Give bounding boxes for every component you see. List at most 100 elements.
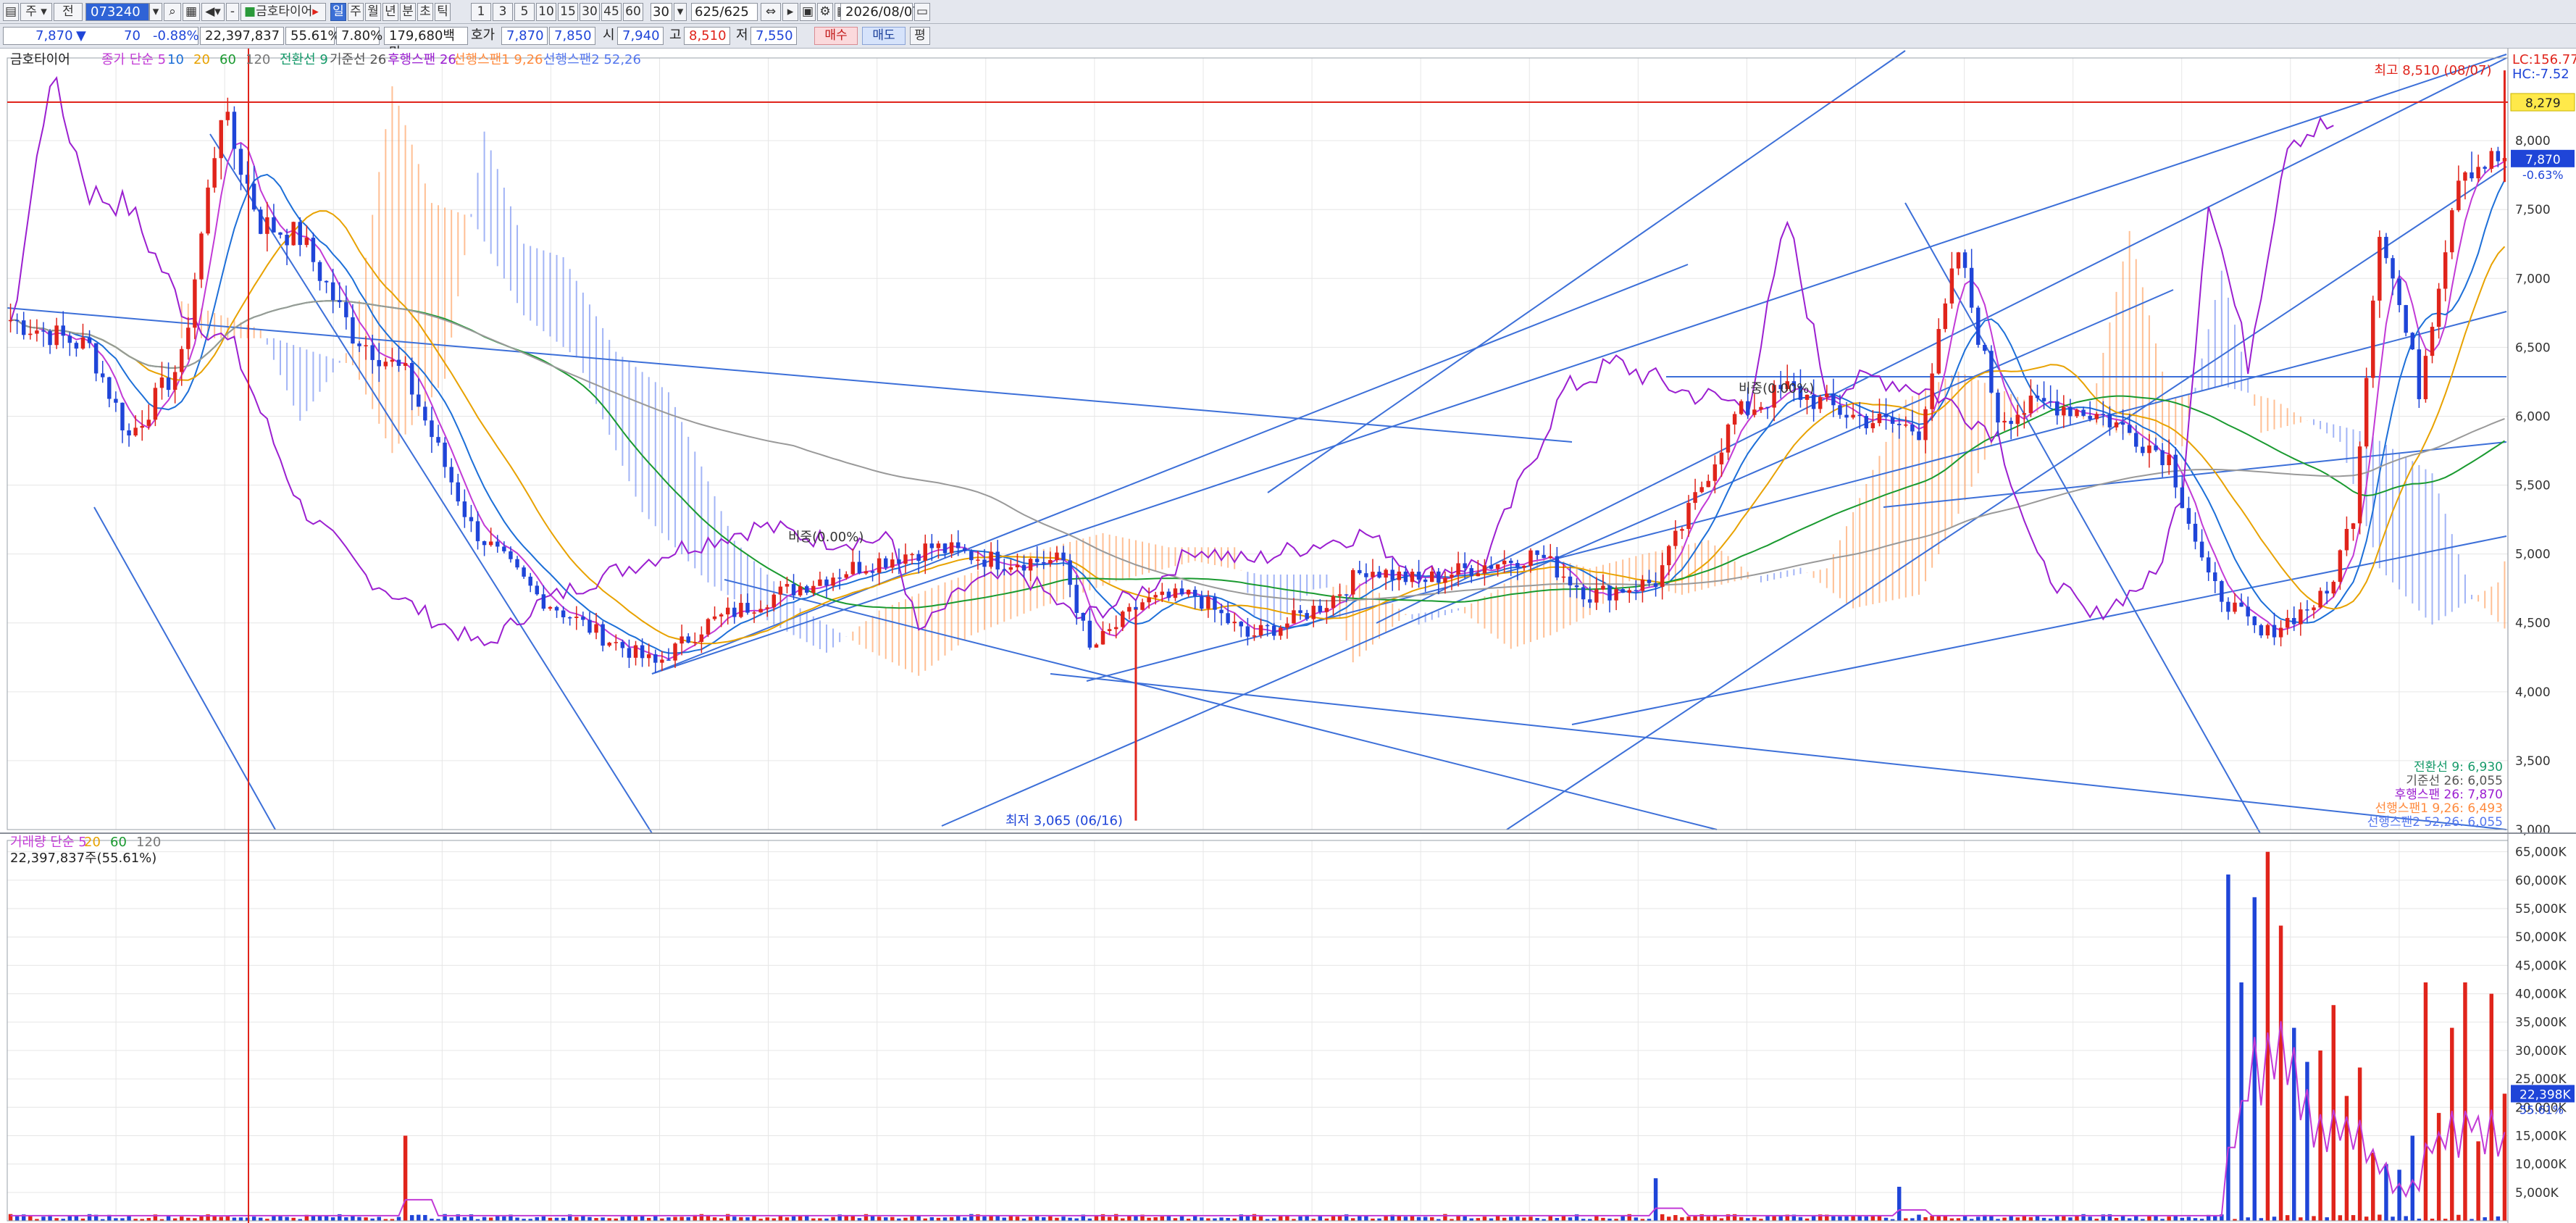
quote-box: 7,870 ▼ 70 -0.88%	[3, 27, 199, 45]
candle-body	[594, 624, 598, 633]
volume-bar	[2312, 1216, 2316, 1221]
interval-button-60[interactable]: 60	[623, 3, 643, 21]
tab-period-6[interactable]: 틱	[435, 3, 451, 21]
volume-bar	[2114, 1218, 2119, 1221]
stock-name-box[interactable]: ■금호타이어▸	[241, 3, 326, 21]
candle-body	[265, 217, 269, 234]
open: 7,940	[617, 27, 664, 45]
volume-bar	[2397, 1169, 2401, 1221]
period-select[interactable]: 주 ▾	[20, 3, 52, 21]
code-input[interactable]: 073240	[85, 3, 149, 21]
interval-button-3[interactable]: 3	[493, 3, 513, 21]
interval-button-15[interactable]: 15	[558, 3, 578, 21]
candle-body	[1555, 556, 1560, 578]
candle-body	[462, 501, 467, 517]
tab-period-3[interactable]: 년	[382, 3, 398, 21]
volume-bar	[607, 1218, 611, 1221]
interval-button-1[interactable]: 1	[471, 3, 491, 21]
stock-chart[interactable]: 8,000 7,500 7,000 6,500 6,000 5,500 5,000 4,500…	[0, 49, 2576, 1223]
interval-dropdown-icon[interactable]: ▾	[674, 3, 687, 21]
count-field[interactable]: 625/625	[691, 3, 758, 21]
candle-body	[528, 576, 532, 586]
volume-bar	[1778, 1216, 1783, 1221]
candle-body	[172, 372, 177, 391]
candle-body	[14, 320, 20, 322]
sell-button[interactable]: 매도	[862, 27, 906, 45]
candle-body	[2423, 356, 2428, 399]
candle-body	[1673, 530, 1678, 546]
hoga-label: 호가	[471, 28, 495, 43]
chart-type-icon[interactable]: ▦	[183, 3, 200, 21]
candle-body	[989, 551, 993, 567]
minus-icon[interactable]: -	[226, 3, 239, 21]
candle-body	[2397, 278, 2401, 306]
candle-body	[2094, 414, 2099, 420]
volume-bar	[1476, 1218, 1481, 1221]
candle-body	[2292, 617, 2296, 625]
volume-bar	[462, 1216, 467, 1221]
info-line: 선행스팬2 52,26: 6,055	[2367, 815, 2503, 830]
eval-button[interactable]: 평	[910, 27, 930, 45]
candle-body	[364, 345, 368, 346]
candle-body	[417, 394, 421, 407]
volume-bar	[2338, 1215, 2343, 1221]
quote-price: 7,870	[35, 28, 73, 43]
candle-body	[1034, 559, 1040, 562]
code-dropdown-icon[interactable]: ▾	[149, 3, 162, 21]
candle-body	[212, 158, 217, 188]
candle-body	[844, 574, 848, 578]
volume-bar	[1752, 1216, 1757, 1221]
candle-body	[1870, 422, 1875, 429]
volume-bar	[1206, 1218, 1210, 1221]
volume-bar	[1213, 1218, 1217, 1221]
buy-button[interactable]: 매수	[814, 27, 858, 45]
interval-button-30[interactable]: 30	[580, 3, 600, 21]
candle-body	[1002, 569, 1006, 571]
arrow-icon[interactable]: ▸	[782, 3, 798, 21]
candle-body	[1371, 572, 1375, 577]
candle-body	[1318, 606, 1323, 612]
menu-icon[interactable]: ▤	[3, 3, 19, 21]
zoom-icon[interactable]: ⇔	[761, 3, 781, 21]
save-icon[interactable]: ▣	[800, 3, 816, 21]
search-icon[interactable]: ⌕	[164, 3, 181, 21]
candle-body	[870, 571, 875, 573]
settings-icon[interactable]: ⚙	[817, 3, 833, 21]
volume-bar	[502, 1216, 506, 1221]
candle-body	[1726, 424, 1731, 453]
volume-bar	[884, 1217, 888, 1221]
candle-body	[2305, 609, 2309, 611]
tab-period-5[interactable]: 초	[417, 3, 433, 21]
candle-body	[338, 300, 342, 303]
candle-body	[199, 233, 204, 280]
interval-button-5[interactable]: 5	[514, 3, 535, 21]
candle-body	[2278, 627, 2283, 638]
date-field[interactable]: 2026/08/07	[840, 3, 921, 21]
volume-bar	[1219, 1217, 1224, 1221]
volume-bar	[2476, 1141, 2480, 1221]
volume-bar	[890, 1216, 895, 1221]
candle-body	[317, 262, 322, 281]
sound-icon[interactable]: ◀▾	[201, 3, 225, 21]
volume-bar	[1028, 1216, 1033, 1221]
interval-button-45[interactable]: 45	[601, 3, 622, 21]
interval-button-10[interactable]: 10	[536, 3, 556, 21]
tab-period-0[interactable]: 일	[330, 3, 346, 21]
tab-period-2[interactable]: 월	[365, 3, 381, 21]
candle-body	[1403, 571, 1408, 583]
volume-bar	[1568, 1217, 1573, 1221]
prev-button[interactable]: 전	[54, 3, 83, 21]
candle-body	[1699, 487, 1704, 493]
candle-body	[475, 521, 480, 541]
candle-body	[509, 551, 513, 559]
tab-period-1[interactable]: 주	[348, 3, 364, 21]
interval-input[interactable]: 30	[651, 3, 672, 21]
calendar-icon[interactable]: ▭	[914, 3, 930, 21]
tab-period-4[interactable]: 분	[400, 3, 416, 21]
candle-body	[785, 584, 790, 587]
candle-body	[330, 282, 335, 301]
candle-body	[430, 420, 434, 438]
candle-body	[976, 559, 980, 561]
volume-tick: 40,000K	[2515, 988, 2567, 1002]
candle-body	[2285, 617, 2290, 628]
